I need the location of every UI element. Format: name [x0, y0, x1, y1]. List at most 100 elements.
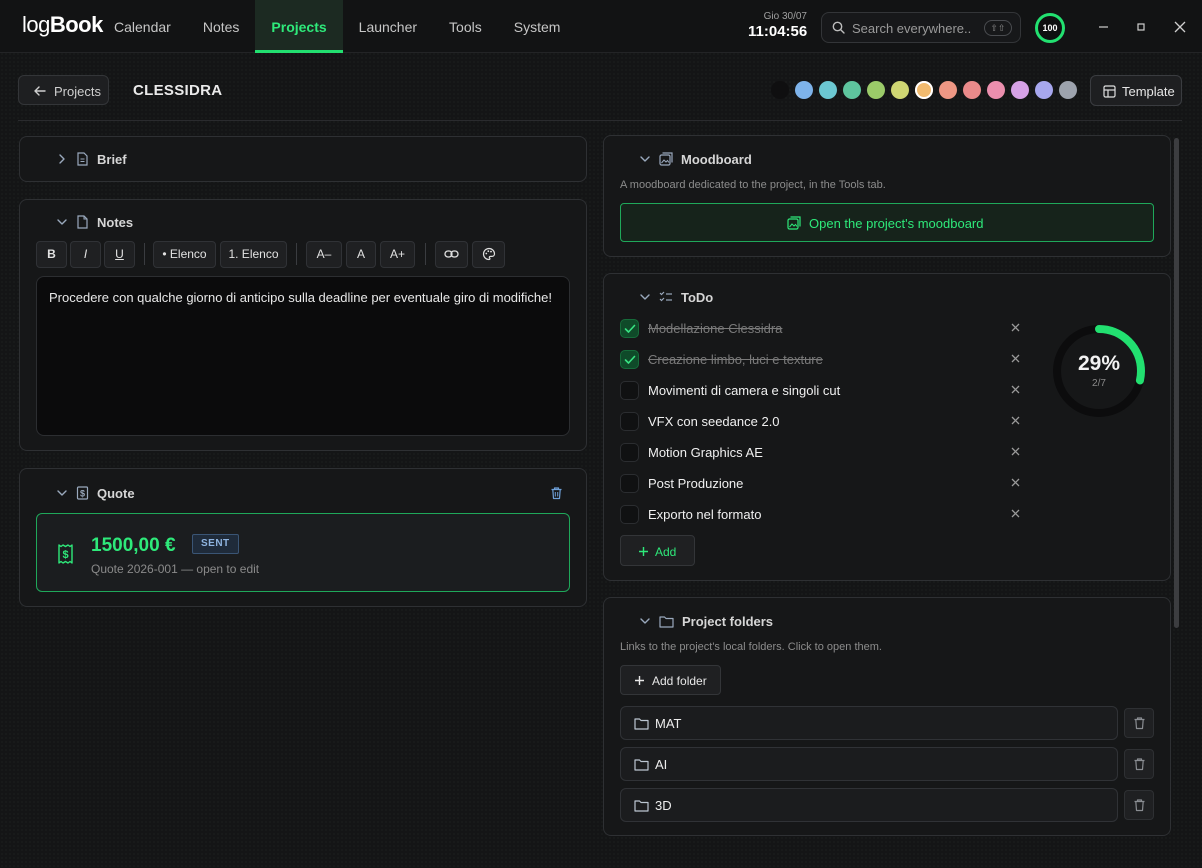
minimize-icon[interactable] — [1095, 18, 1113, 36]
underline-button[interactable]: U — [104, 241, 135, 268]
color-swatch[interactable] — [771, 81, 789, 99]
remove-todo-icon[interactable] — [1010, 508, 1021, 519]
progress-count: 2/7 — [1092, 378, 1106, 389]
plus-icon — [635, 676, 644, 685]
color-swatch[interactable] — [843, 81, 861, 99]
delete-quote-icon[interactable] — [550, 486, 563, 500]
todo-checkbox[interactable] — [620, 474, 639, 493]
plus-icon — [639, 547, 648, 556]
todo-checkbox[interactable] — [620, 443, 639, 462]
todo-text[interactable]: VFX con seedance 2.0 — [648, 414, 780, 429]
todo-text[interactable]: Motion Graphics AE — [648, 445, 763, 460]
quote-amount: 1500,00 € — [91, 535, 176, 556]
nav-tools[interactable]: Tools — [433, 0, 498, 53]
template-button[interactable]: Template — [1090, 75, 1182, 106]
color-swatch[interactable] — [987, 81, 1005, 99]
numbered-list-button[interactable]: 1. Elenco — [220, 241, 287, 268]
maximize-icon[interactable] — [1133, 18, 1151, 36]
invoice-icon: $ — [57, 544, 74, 564]
folders-title: Project folders — [682, 613, 774, 629]
quote-card[interactable]: $ 1500,00 € SENT Quote 2026-001 — open t… — [36, 513, 570, 592]
color-swatch[interactable] — [939, 81, 957, 99]
delete-folder-button[interactable] — [1124, 708, 1154, 738]
color-swatch[interactable] — [819, 81, 837, 99]
folder-item[interactable]: MAT — [620, 706, 1118, 740]
remove-todo-icon[interactable] — [1010, 415, 1021, 426]
folder-item[interactable]: 3D — [620, 788, 1118, 822]
nav-launcher[interactable]: Launcher — [343, 0, 433, 53]
color-swatch[interactable] — [915, 81, 933, 99]
logo-text-book: Book — [49, 12, 104, 37]
svg-text:$: $ — [80, 489, 85, 499]
todo-item: Creazione limbo, luci e texture — [620, 349, 1030, 371]
color-swatch[interactable] — [963, 81, 981, 99]
delete-folder-button[interactable] — [1124, 749, 1154, 779]
color-swatch[interactable] — [891, 81, 909, 99]
color-swatch[interactable] — [1035, 81, 1053, 99]
color-swatch[interactable] — [795, 81, 813, 99]
clock-time: 11:04:56 — [748, 23, 808, 40]
notes-header[interactable]: Notes — [56, 214, 133, 230]
font-larger-button[interactable]: A+ — [380, 241, 415, 268]
todo-text[interactable]: Movimenti di camera e singoli cut — [648, 383, 840, 398]
close-icon[interactable] — [1171, 18, 1189, 36]
note-icon — [77, 215, 88, 229]
font-reset-button[interactable]: A — [346, 241, 376, 268]
search-input[interactable] — [852, 19, 972, 37]
arrow-left-icon — [34, 86, 46, 96]
add-folder-button[interactable]: Add folder — [620, 665, 721, 695]
delete-folder-button[interactable] — [1124, 790, 1154, 820]
folder-icon — [634, 759, 649, 771]
todo-checkbox[interactable] — [620, 319, 639, 338]
todo-checkbox[interactable] — [620, 505, 639, 524]
remove-todo-icon[interactable] — [1010, 384, 1021, 395]
color-swatch[interactable] — [1059, 81, 1077, 99]
moodboard-header[interactable]: Moodboard — [639, 151, 752, 167]
palette-icon — [482, 247, 495, 261]
nav-calendar[interactable]: Calendar — [98, 0, 187, 53]
notes-editor[interactable]: Procedere con qualche giorno di anticipo… — [36, 276, 570, 436]
app-logo[interactable]: logBook — [22, 12, 103, 38]
remove-todo-icon[interactable] — [1010, 477, 1021, 488]
quote-header[interactable]: $ Quote — [56, 485, 135, 501]
color-swatch[interactable] — [1011, 81, 1029, 99]
bold-button[interactable]: B — [36, 241, 67, 268]
nav-projects[interactable]: Projects — [255, 0, 343, 53]
link-button[interactable] — [435, 241, 468, 268]
trash-icon — [1134, 717, 1144, 730]
todo-text[interactable]: Exporto nel formato — [648, 507, 761, 522]
todo-checkbox[interactable] — [620, 381, 639, 400]
folder-item[interactable]: AI — [620, 747, 1118, 781]
remove-todo-icon[interactable] — [1010, 353, 1021, 364]
todo-text[interactable]: Modellazione Clessidra — [648, 321, 782, 336]
color-picker-button[interactable] — [472, 241, 505, 268]
todo-text[interactable]: Post Produzione — [648, 476, 743, 491]
open-moodboard-button[interactable]: Open the project's moodboard — [620, 203, 1154, 242]
add-todo-button[interactable]: Add — [620, 535, 695, 566]
brief-header[interactable]: Brief — [56, 151, 127, 167]
todo-item: Modellazione Clessidra — [620, 318, 1030, 340]
trash-icon — [1134, 758, 1144, 771]
score-badge[interactable]: 100 — [1035, 13, 1065, 43]
remove-todo-icon[interactable] — [1010, 446, 1021, 457]
back-to-projects-button[interactable]: Projects — [18, 75, 109, 105]
chevron-down-icon — [57, 490, 67, 496]
nav-notes[interactable]: Notes — [187, 0, 256, 53]
todo-checkbox[interactable] — [620, 350, 639, 369]
scrollbar[interactable] — [1174, 138, 1179, 628]
main-nav: Calendar Notes Projects Launcher Tools S… — [98, 0, 576, 53]
bullet-list-button[interactable]: • Elenco — [153, 241, 216, 268]
font-smaller-button[interactable]: A– — [306, 241, 342, 268]
color-swatch[interactable] — [867, 81, 885, 99]
moodboard-title: Moodboard — [681, 151, 752, 167]
todo-header[interactable]: ToDo — [639, 289, 713, 305]
italic-button[interactable]: I — [70, 241, 101, 268]
global-search[interactable]: ⇧⇧ — [821, 12, 1021, 43]
todo-text[interactable]: Creazione limbo, luci e texture — [648, 352, 823, 367]
quote-status-badge: SENT — [192, 534, 239, 554]
todo-checkbox[interactable] — [620, 412, 639, 431]
folders-header[interactable]: Project folders — [639, 613, 773, 629]
nav-system[interactable]: System — [498, 0, 577, 53]
remove-todo-icon[interactable] — [1010, 322, 1021, 333]
search-shortcut-badge: ⇧⇧ — [984, 20, 1012, 36]
